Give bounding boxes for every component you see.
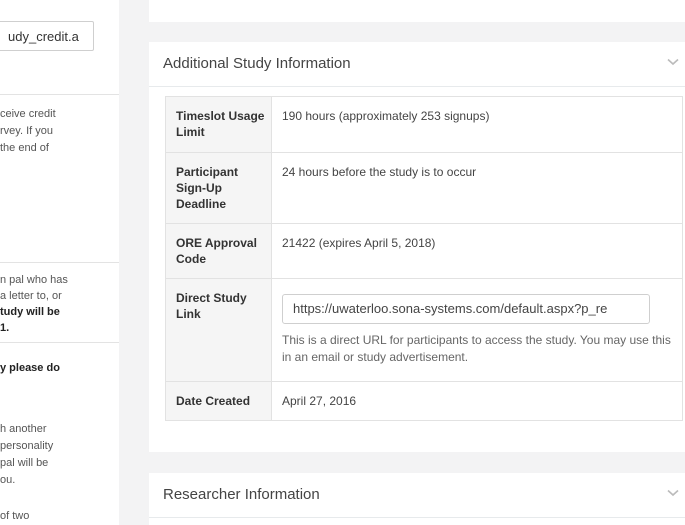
panel-header[interactable]: Researcher Information xyxy=(149,473,685,518)
date-created-value: April 27, 2016 xyxy=(271,381,683,421)
top-card xyxy=(149,0,685,22)
credit-url-input[interactable]: udy_credit.a xyxy=(0,21,94,51)
description-text: rvey. If you xyxy=(0,125,53,137)
panel-title: Additional Study Information xyxy=(163,55,351,72)
direct-link-cell: https://uwaterloo.sona-systems.com/defau… xyxy=(271,278,683,382)
table-row: ORE Approval Code 21422 (expires April 5… xyxy=(165,223,683,279)
description-text: a letter to, or xyxy=(0,290,62,302)
description-bold: tudy will be xyxy=(0,306,60,318)
gutter xyxy=(119,0,149,525)
signup-deadline-value: 24 hours before the study is to occur xyxy=(271,152,683,224)
date-created-label: Date Created xyxy=(165,381,272,421)
panel-title: Researcher Information xyxy=(163,486,320,503)
chevron-down-icon[interactable] xyxy=(667,58,679,66)
direct-link-help: This is a direct URL for participants to… xyxy=(282,333,671,364)
study-info-table: Timeslot Usage Limit 190 hours (approxim… xyxy=(165,96,683,421)
description-bold: 1. xyxy=(0,322,10,334)
description-text: ceive credit xyxy=(0,108,56,120)
divider xyxy=(0,262,119,263)
direct-link-label: Direct Study Link xyxy=(165,278,272,382)
description-text: personality xyxy=(0,440,54,452)
description-text: ou. xyxy=(0,474,16,486)
description-text: of two xyxy=(0,510,30,522)
description-text: pal will be xyxy=(0,457,49,469)
additional-study-info-panel: Additional Study Information Timeslot Us… xyxy=(149,42,685,452)
chevron-down-icon[interactable] xyxy=(667,489,679,497)
description-bold: y please do xyxy=(0,362,60,374)
divider xyxy=(0,94,119,95)
panel-header[interactable]: Additional Study Information xyxy=(149,42,685,87)
usage-limit-value: 190 hours (approximately 253 signups) xyxy=(271,96,683,153)
description-text: n pal who has xyxy=(0,274,68,286)
left-panel: udy_credit.a ceive credit rvey. If you t… xyxy=(0,0,119,525)
ore-code-label: ORE Approval Code xyxy=(165,223,272,279)
table-row: Direct Study Link https://uwaterloo.sona… xyxy=(165,278,683,382)
table-row: Participant Sign-Up Deadline 24 hours be… xyxy=(165,152,683,224)
description-text: h another xyxy=(0,423,47,435)
table-row: Timeslot Usage Limit 190 hours (approxim… xyxy=(165,96,683,153)
divider xyxy=(0,342,119,343)
researcher-info-panel: Researcher Information xyxy=(149,473,685,525)
direct-link-input[interactable]: https://uwaterloo.sona-systems.com/defau… xyxy=(282,294,650,324)
table-row: Date Created April 27, 2016 xyxy=(165,381,683,421)
description-text: the end of xyxy=(0,142,49,154)
signup-deadline-label: Participant Sign-Up Deadline xyxy=(165,152,272,224)
ore-code-value: 21422 (expires April 5, 2018) xyxy=(271,223,683,279)
usage-limit-label: Timeslot Usage Limit xyxy=(165,96,272,153)
